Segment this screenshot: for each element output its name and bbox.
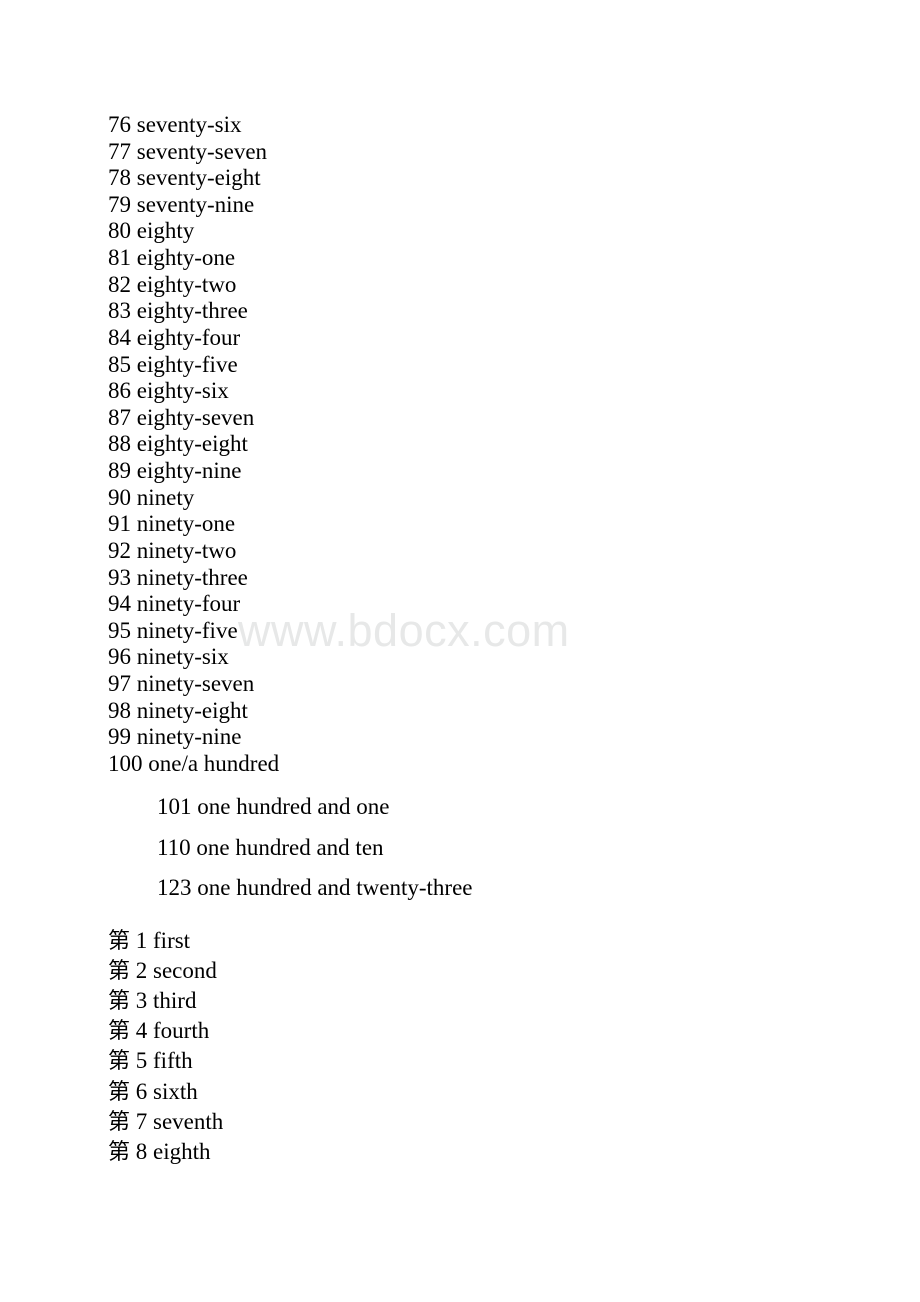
cardinal-line: 94 ninety-four: [108, 591, 241, 617]
hundreds-indented-line: 123 one hundred and twenty-three: [157, 875, 473, 900]
cardinal-line: 96 ninety-six: [108, 644, 229, 670]
cardinal-line: 95 ninety-five: [108, 617, 238, 643]
ordinal-line: 第 2 second: [108, 958, 217, 985]
ordinal-line: 第 3 third: [108, 988, 196, 1015]
cardinal-line: 84 eighty-four: [108, 324, 241, 350]
ordinal-prefix-cjk: 第: [108, 1139, 131, 1165]
ordinal-prefix-cjk: 第: [108, 989, 131, 1015]
ordinal-label: 5 fifth: [130, 1048, 193, 1074]
ordinal-label: 4 fourth: [130, 1018, 210, 1044]
cardinal-line: 76 seventy-six: [108, 112, 242, 137]
cardinal-line: 77 seventy-seven: [108, 138, 268, 164]
cardinal-line: 78 seventy-eight: [108, 165, 261, 191]
ordinal-prefix-cjk: 第: [108, 1019, 131, 1045]
cardinal-line: 86 eighty-six: [108, 378, 229, 404]
ordinal-prefix-cjk: 第: [108, 1109, 131, 1135]
hundreds-indented-line: 101 one hundred and one: [157, 794, 390, 819]
ordinal-line: 第 5 fifth: [108, 1048, 193, 1075]
cardinal-line: 89 eighty-nine: [108, 458, 242, 484]
cardinal-line: 80 eighty: [108, 218, 195, 244]
cardinal-line: 88 eighty-eight: [108, 431, 248, 457]
cardinal-line: 97 ninety-seven: [108, 671, 255, 697]
cardinal-line: 82 eighty-two: [108, 271, 237, 297]
cardinal-line: 90 ninety: [108, 484, 195, 510]
cardinal-line: 91 ninety-one: [108, 511, 236, 537]
cardinal-line: 92 ninety-two: [108, 537, 237, 563]
ordinal-prefix-cjk: 第: [108, 1079, 131, 1105]
ordinal-line: 第 4 fourth: [108, 1018, 209, 1045]
ordinal-line: 第 6 sixth: [108, 1079, 198, 1106]
ordinal-label: 8 eighth: [130, 1138, 211, 1164]
ordinal-label: 6 sixth: [130, 1078, 198, 1104]
ordinal-prefix-cjk: 第: [108, 959, 131, 985]
cardinal-line: 85 eighty-five: [108, 351, 238, 377]
ordinal-prefix-cjk: 第: [108, 1049, 131, 1075]
ordinal-label: 1 first: [130, 928, 191, 953]
document-page: www.bdocx.com 76 seventy-six 77 seventy-s…: [0, 0, 920, 1302]
cardinal-line: 87 eighty-seven: [108, 404, 255, 430]
hundreds-indented-line: 110 one hundred and ten: [157, 834, 384, 860]
watermark-text: www.bdocx.com: [238, 605, 570, 656]
cardinal-line: 79 seventy-nine: [108, 191, 255, 217]
ordinal-prefix-cjk: 第: [108, 929, 131, 954]
cardinal-line: 99 ninety-nine: [108, 724, 242, 750]
ordinal-line: 第 7 seventh: [108, 1109, 223, 1136]
ordinal-line: 第 8 eighth: [108, 1139, 211, 1166]
cardinal-line: 83 eighty-three: [108, 298, 248, 324]
cardinal-line: 100 one/a hundred: [108, 750, 280, 776]
cardinal-line: 81 eighty-one: [108, 245, 236, 271]
cardinal-line: 93 ninety-three: [108, 564, 248, 590]
ordinal-label: 3 third: [130, 988, 197, 1014]
ordinal-line: 第 1 first: [108, 928, 190, 955]
cardinal-line: 98 ninety-eight: [108, 697, 248, 723]
ordinal-label: 2 second: [130, 958, 217, 984]
ordinal-label: 7 seventh: [130, 1108, 224, 1134]
